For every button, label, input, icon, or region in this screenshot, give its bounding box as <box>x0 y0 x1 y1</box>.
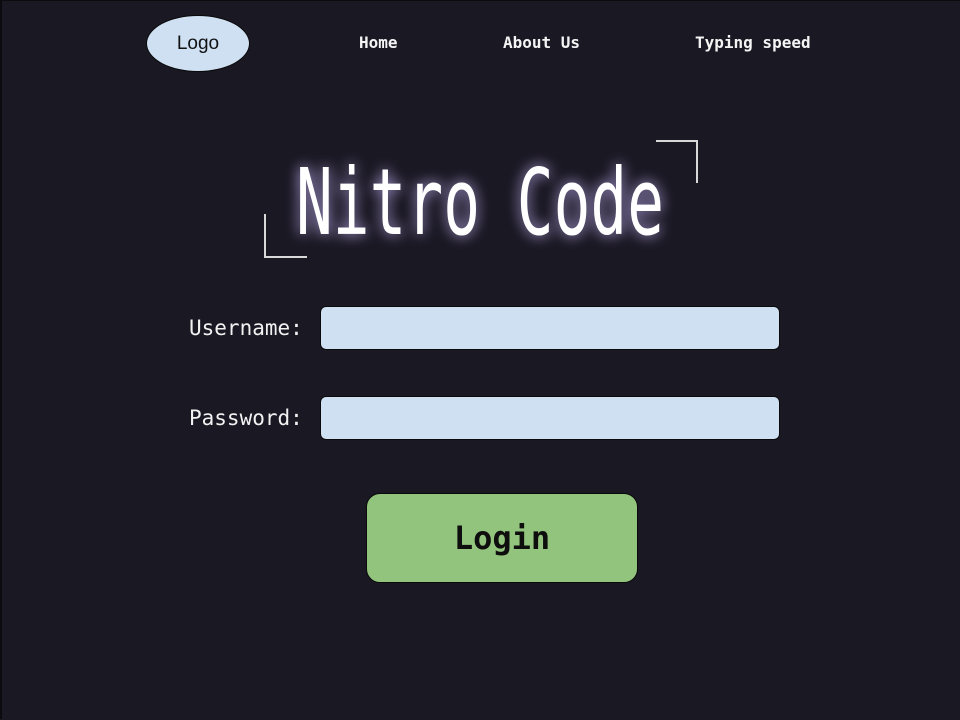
login-button[interactable]: Login <box>366 493 638 583</box>
username-input[interactable] <box>320 306 780 350</box>
page-title-text: Nitro Code <box>296 149 664 256</box>
logo[interactable]: Logo <box>146 15 250 72</box>
page-title: Nitro Code <box>296 149 664 256</box>
logo-label: Logo <box>176 32 220 54</box>
password-input[interactable] <box>320 396 780 440</box>
nav-home-link[interactable]: Home <box>359 33 398 53</box>
username-label: Username: <box>189 316 303 340</box>
page-frame <box>0 0 960 719</box>
login-button-label: Login <box>453 519 551 557</box>
nav-typing-speed-link[interactable]: Typing speed <box>695 33 811 53</box>
password-label: Password: <box>189 406 303 430</box>
nav-about-link[interactable]: About Us <box>503 33 580 53</box>
